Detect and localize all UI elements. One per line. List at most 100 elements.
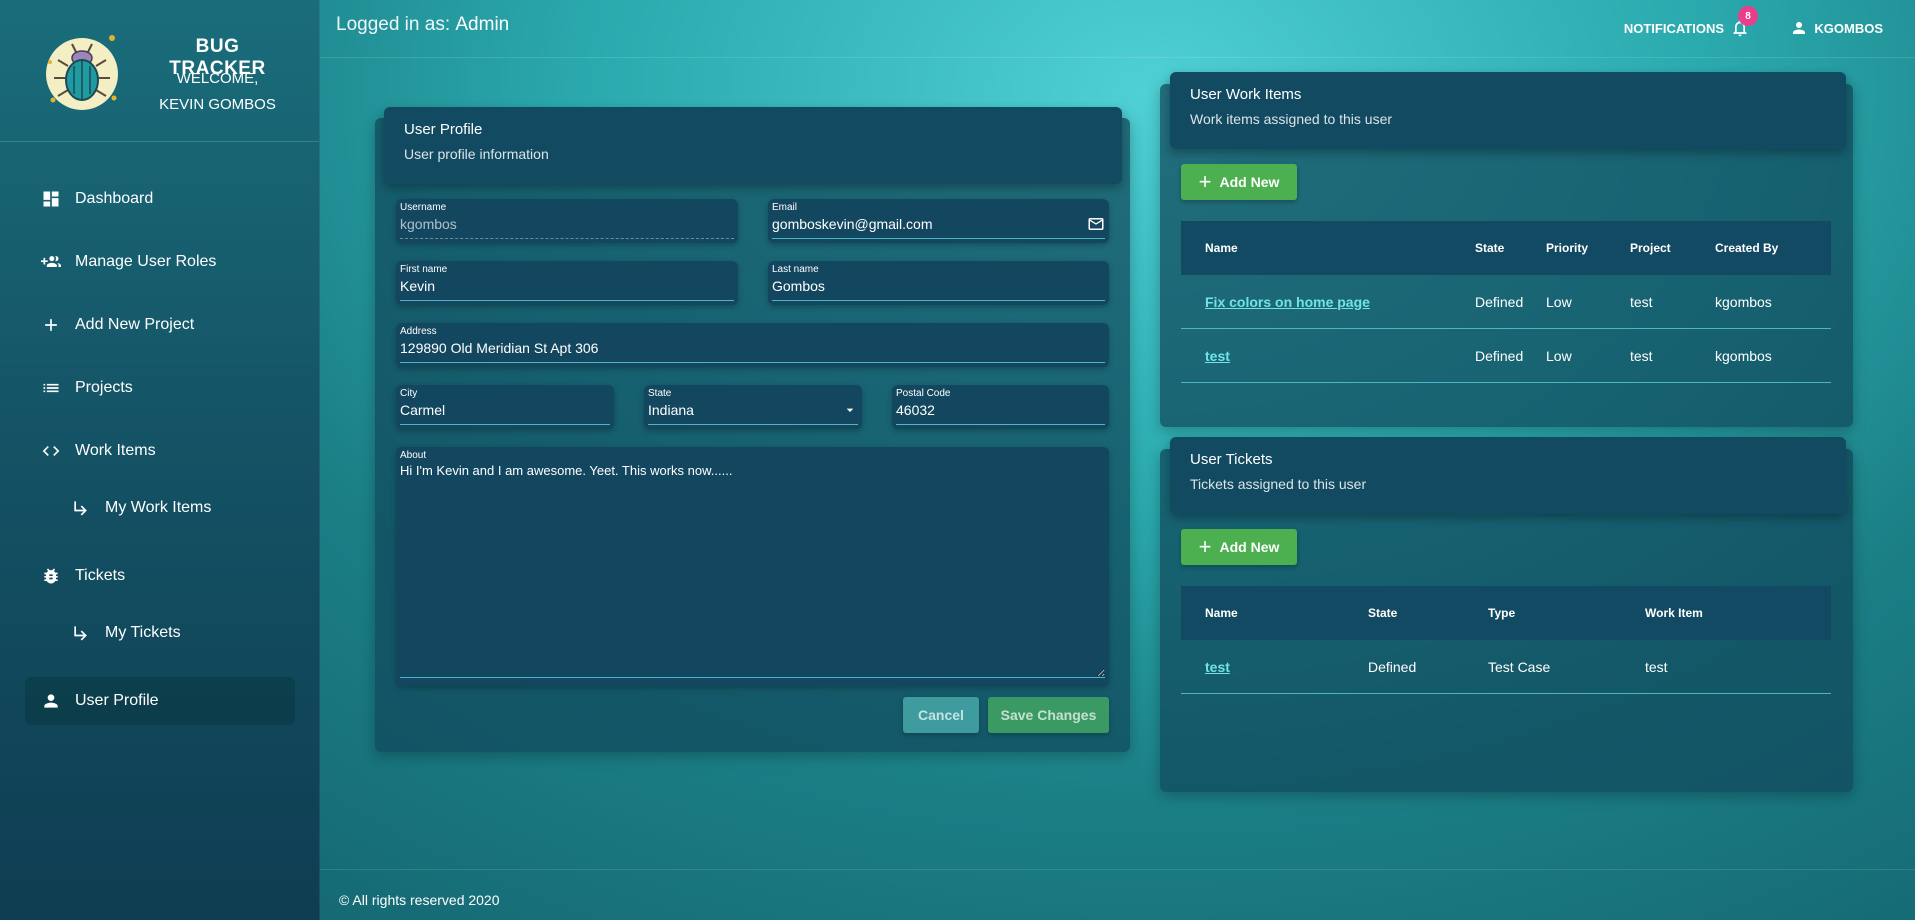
- welcome-user-name: KEVIN GOMBOS: [159, 96, 276, 113]
- table-header-row: Name State Type Work Item: [1181, 586, 1831, 640]
- table-row: Fix colors on home page Defined Low test…: [1181, 275, 1831, 329]
- logged-in-text: Logged in as: Admin: [336, 14, 509, 36]
- work-item-link[interactable]: Fix colors on home page: [1205, 294, 1370, 310]
- card-subtitle: Work items assigned to this user: [1190, 111, 1393, 127]
- card-subtitle: User profile information: [404, 146, 549, 162]
- column-header-priority[interactable]: Priority: [1546, 241, 1588, 255]
- add-new-work-item-button[interactable]: + Add New: [1181, 164, 1297, 200]
- save-changes-button[interactable]: Save Changes: [988, 697, 1109, 733]
- last-name-field[interactable]: Last name Gombos: [768, 261, 1109, 305]
- sidebar-item-my-work-items[interactable]: My Work Items: [25, 484, 295, 532]
- welcome-line: WELCOME,: [176, 70, 259, 87]
- sidebar-item-label: Projects: [75, 379, 133, 396]
- sidebar-item-tickets[interactable]: Tickets: [25, 552, 295, 600]
- notifications-button[interactable]: NOTIFICATIONS 8: [1623, 6, 1758, 38]
- subdirectory-arrow-icon: [71, 498, 91, 518]
- field-label: City: [400, 388, 418, 399]
- mail-icon: [1088, 217, 1104, 230]
- field-label: Username: [400, 202, 447, 213]
- add-new-ticket-button[interactable]: + Add New: [1181, 529, 1297, 565]
- plus-icon: [41, 315, 61, 335]
- user-menu-button[interactable]: KGOMBOS: [1790, 19, 1883, 37]
- city-field[interactable]: City Carmel: [396, 385, 614, 429]
- sidebar-item-projects[interactable]: Projects: [25, 364, 295, 412]
- person-icon: [41, 691, 61, 711]
- sidebar-item-add-new-project[interactable]: Add New Project: [25, 301, 295, 349]
- sidebar-item-label: Manage User Roles: [75, 253, 217, 270]
- column-header-work-item[interactable]: Work Item: [1645, 606, 1703, 620]
- brand-header: BUG TRACKER WELCOME, KEVIN GOMBOS: [0, 0, 319, 142]
- list-icon: [41, 378, 61, 398]
- notifications-count-badge: 8: [1738, 6, 1758, 26]
- plus-icon: +: [1198, 534, 1212, 559]
- table-cell-state: Defined: [1475, 293, 1524, 310]
- work-item-link[interactable]: test: [1205, 348, 1230, 364]
- sidebar-item-label: Dashboard: [75, 190, 154, 207]
- table-cell-work-item: test: [1645, 658, 1668, 675]
- about-field[interactable]: About: [396, 447, 1109, 686]
- column-header-state[interactable]: State: [1368, 606, 1397, 620]
- table-cell-project: test: [1630, 347, 1653, 364]
- footer: © All rights reserved 2020: [320, 869, 1915, 920]
- code-icon: [41, 441, 61, 461]
- field-label: Email: [772, 202, 798, 213]
- address-field[interactable]: Address 129890 Old Meridian St Apt 306: [396, 323, 1109, 367]
- person-icon: [1793, 22, 1806, 34]
- email-field[interactable]: Email gomboskevin@gmail.com: [768, 199, 1109, 243]
- last-name-value: Gombos: [772, 277, 1105, 301]
- add-new-label: Add New: [1219, 174, 1280, 190]
- field-label: Last name: [772, 264, 819, 275]
- city-value: Carmel: [400, 401, 610, 425]
- ticket-link[interactable]: test: [1205, 659, 1230, 675]
- field-label: Address: [400, 326, 437, 337]
- card-title: User Tickets: [1190, 451, 1273, 468]
- sidebar-item-manage-user-roles[interactable]: Manage User Roles: [25, 238, 295, 286]
- subdirectory-arrow-icon: [71, 623, 91, 643]
- table-row: test Defined Low test kgombos: [1181, 329, 1831, 383]
- sidebar-item-label: User Profile: [75, 692, 159, 709]
- column-header-name[interactable]: Name: [1205, 606, 1238, 620]
- card-title: User Profile: [404, 121, 483, 138]
- cancel-button[interactable]: Cancel: [903, 697, 979, 733]
- sidebar-item-work-items[interactable]: Work Items: [25, 427, 295, 475]
- email-value: gomboskevin@gmail.com: [772, 215, 933, 232]
- column-header-project[interactable]: Project: [1630, 241, 1671, 255]
- notifications-label: NOTIFICATIONS: [1623, 20, 1724, 36]
- postal-code-value: 46032: [896, 401, 1105, 425]
- field-label: About: [400, 450, 427, 461]
- group-add-icon: [41, 252, 61, 272]
- sidebar-item-dashboard[interactable]: Dashboard: [25, 175, 295, 223]
- table-cell-state: Defined: [1368, 658, 1417, 675]
- user-menu-label: KGOMBOS: [1814, 20, 1883, 36]
- card-subtitle: Tickets assigned to this user: [1190, 476, 1367, 492]
- user-work-items-card-header: User Work Items Work items assigned to t…: [1170, 72, 1846, 149]
- first-name-value: Kevin: [400, 277, 734, 301]
- dropdown-arrow-icon: [846, 408, 854, 412]
- bug-icon: [41, 566, 61, 586]
- username-field[interactable]: Username kgombos: [396, 199, 738, 243]
- table-cell-project: test: [1630, 293, 1653, 310]
- field-label: State: [648, 388, 672, 399]
- address-value: 129890 Old Meridian St Apt 306: [400, 339, 1105, 363]
- state-value-row: Indiana: [648, 401, 858, 425]
- sidebar-item-my-tickets[interactable]: My Tickets: [25, 609, 295, 657]
- about-textarea[interactable]: [400, 463, 1105, 678]
- column-header-type[interactable]: Type: [1488, 606, 1515, 620]
- state-select[interactable]: State Indiana: [644, 385, 862, 429]
- table-row: test Defined Test Case test: [1181, 640, 1831, 694]
- tickets-table: Name State Type Work Item test Defined T…: [1181, 586, 1831, 694]
- dashboard-icon: [41, 189, 61, 209]
- sidebar: BUG TRACKER WELCOME, KEVIN GOMBOS Dashbo…: [0, 0, 320, 920]
- postal-code-field[interactable]: Postal Code 46032: [892, 385, 1109, 429]
- column-header-state[interactable]: State: [1475, 241, 1504, 255]
- column-header-name[interactable]: Name: [1205, 241, 1238, 255]
- sidebar-item-label: My Work Items: [105, 499, 212, 516]
- sidebar-item-label: Add New Project: [75, 316, 195, 333]
- state-value: Indiana: [648, 401, 694, 418]
- first-name-field[interactable]: First name Kevin: [396, 261, 738, 305]
- sidebar-item-user-profile[interactable]: User Profile: [25, 677, 295, 725]
- sidebar-item-label: Tickets: [75, 567, 126, 584]
- table-header-row: Name State Priority Project Created By: [1181, 221, 1831, 275]
- column-header-created-by[interactable]: Created By: [1715, 241, 1778, 255]
- table-cell-created-by: kgombos: [1715, 347, 1772, 364]
